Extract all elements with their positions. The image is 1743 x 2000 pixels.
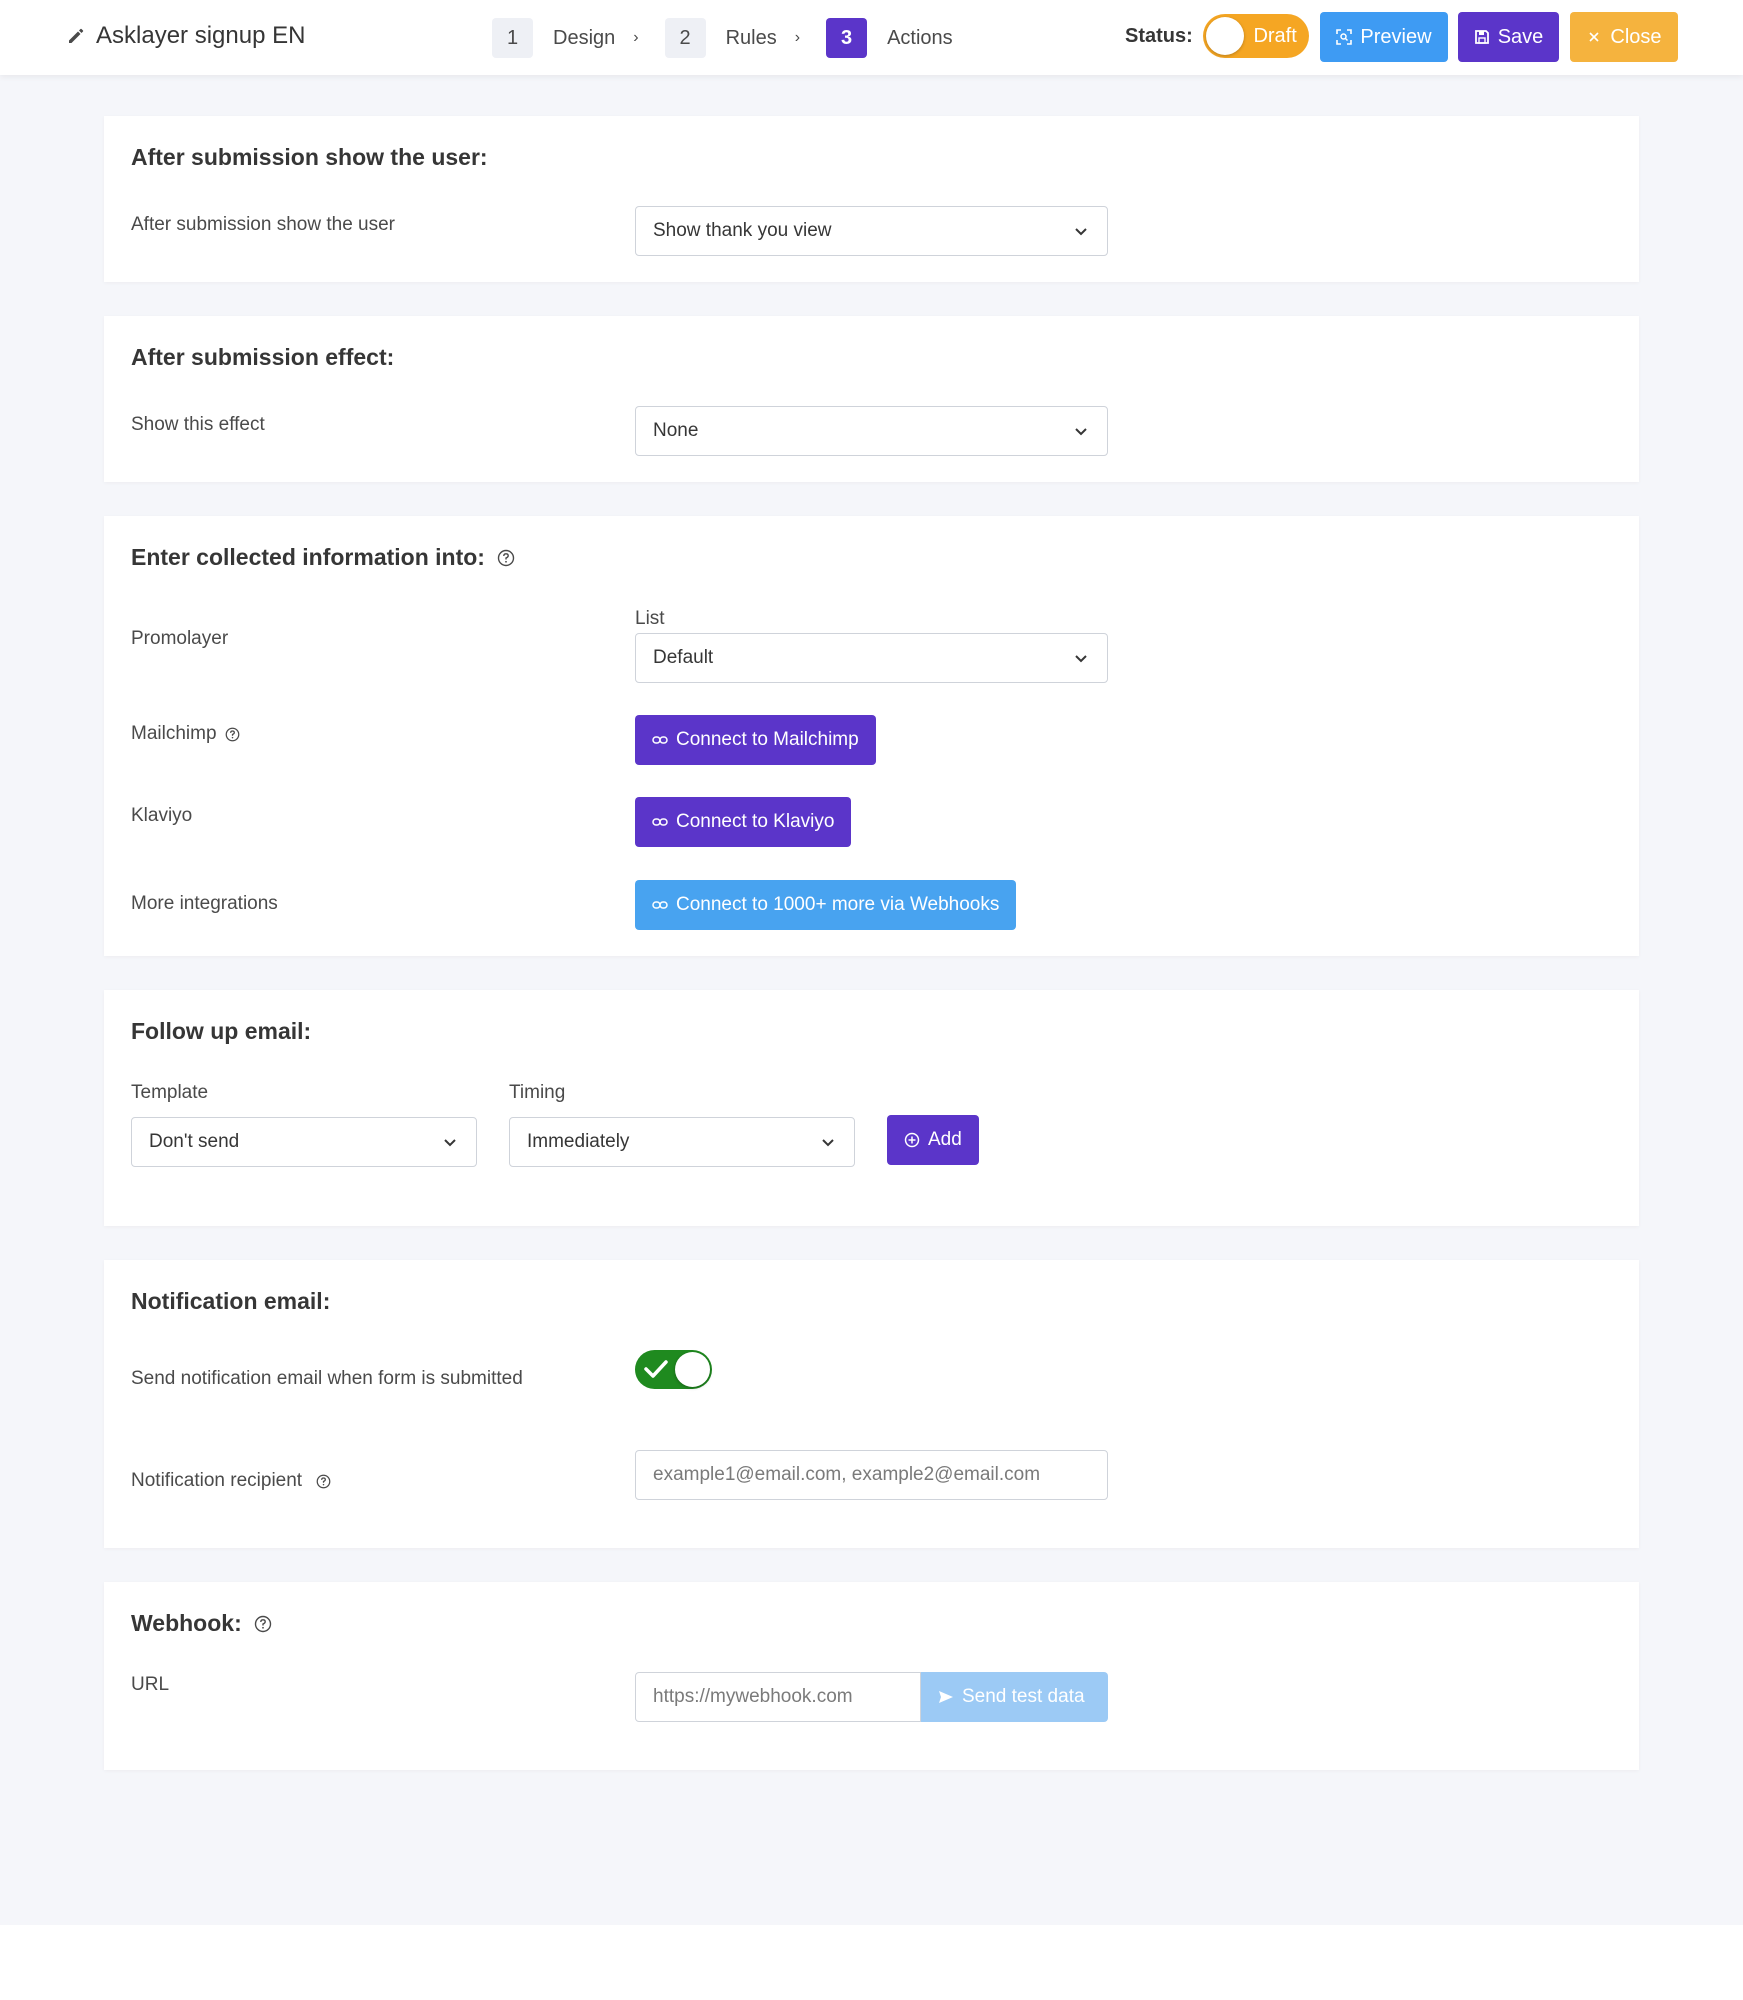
plus-circle-icon (904, 1132, 920, 1148)
recipient-input[interactable]: example1@email.com, example2@email.com (635, 1450, 1108, 1500)
effect-card: After submission effect: Show this effec… (104, 316, 1639, 482)
title-area[interactable]: Asklayer signup EN (66, 22, 305, 50)
checkmark-icon (644, 1360, 668, 1378)
after-submission-select[interactable]: Show thank you view (635, 206, 1108, 256)
preview-icon (1336, 29, 1353, 45)
pencil-icon (69, 28, 84, 43)
toggle-knob (1205, 17, 1244, 55)
list-label: List (635, 608, 665, 629)
link-icon (652, 736, 668, 744)
after-submission-title: After submission show the user: (131, 144, 488, 170)
effect-label: Show this effect (131, 414, 265, 435)
help-icon[interactable] (316, 1474, 331, 1489)
webhook-url-input[interactable]: https://mywebhook.com (635, 1672, 921, 1722)
followup-title: Follow up email: (131, 1018, 312, 1044)
timing-selected: Immediately (527, 1131, 630, 1152)
after-submission-selected: Show thank you view (653, 220, 832, 241)
send-icon (939, 1691, 953, 1703)
chevron-right-icon: › (633, 29, 639, 46)
send-notification-label: Send notification email when form is sub… (131, 1368, 523, 1389)
template-label: Template (131, 1082, 209, 1103)
step-2-label[interactable]: Rules (726, 27, 777, 50)
followup-email-card: Follow up email: Template Don't send Tim… (104, 990, 1639, 1226)
toggle-knob (675, 1352, 710, 1387)
status-toggle[interactable]: Draft (1202, 14, 1309, 58)
send-test-data-button[interactable]: Send test data (921, 1672, 1108, 1722)
connect-klaviyo-button[interactable]: Connect to Klaviyo (635, 797, 852, 847)
klaviyo-label: Klaviyo (131, 805, 193, 826)
mailchimp-label: Mailchimp (131, 723, 217, 744)
recipient-label-row: Notification recipient (131, 1470, 331, 1492)
preview-label: Preview (1360, 25, 1432, 48)
connect-klaviyo-label: Connect to Klaviyo (676, 811, 835, 832)
preview-button[interactable]: Preview (1320, 12, 1448, 62)
chevron-down-icon (1075, 428, 1087, 436)
step-2-number[interactable]: 2 (664, 18, 706, 58)
collected-info-card: Enter collected information into: Promol… (104, 516, 1639, 956)
effect-selected: None (653, 420, 699, 441)
link-icon (652, 901, 668, 909)
collected-title: Enter collected information into: (131, 544, 485, 570)
chevron-down-icon (1075, 655, 1087, 663)
timing-label: Timing (509, 1082, 566, 1103)
send-notification-toggle[interactable] (635, 1350, 712, 1389)
step-1-number[interactable]: 1 (492, 18, 533, 58)
close-button[interactable]: Close (1570, 12, 1678, 62)
recipient-label: Notification recipient (131, 1470, 303, 1491)
chevron-down-icon (1075, 228, 1087, 236)
step-1-label[interactable]: Design (553, 27, 615, 50)
page-title: Asklayer signup EN (96, 22, 306, 49)
floppy-disk-icon (1474, 30, 1489, 44)
status-area: Status: Draft (1125, 14, 1309, 58)
top-bar: Asklayer signup EN 1 Design › 2 Rules › … (0, 0, 1743, 75)
list-selected: Default (653, 647, 714, 668)
template-selected: Don't send (149, 1131, 240, 1152)
help-icon[interactable] (497, 549, 515, 567)
webhook-title: Webhook: (131, 1610, 242, 1636)
chevron-right-icon: › (794, 29, 801, 46)
add-followup-label: Add (928, 1129, 962, 1150)
webhook-title-row: Webhook: (131, 1610, 272, 1637)
template-select[interactable]: Don't send (131, 1117, 477, 1167)
link-icon (652, 818, 668, 826)
after-submission-label: After submission show the user (131, 214, 396, 235)
connect-webhooks-label: Connect to 1000+ more via Webhooks (676, 894, 1000, 915)
more-integrations-label: More integrations (131, 893, 278, 914)
status-value: Draft (1253, 24, 1297, 47)
step-navigation: 1 Design › 2 Rules › 3 Actions (492, 18, 953, 58)
close-label: Close (1610, 25, 1662, 48)
add-followup-button[interactable]: Add (887, 1115, 979, 1165)
chevron-down-icon (444, 1139, 456, 1147)
save-button[interactable]: Save (1458, 12, 1559, 62)
send-test-data-label: Send test data (962, 1686, 1085, 1707)
step-3-number[interactable]: 3 (826, 18, 868, 58)
timing-select[interactable]: Immediately (509, 1117, 855, 1167)
promolayer-label: Promolayer (131, 628, 229, 649)
connect-mailchimp-label: Connect to Mailchimp (676, 729, 859, 750)
effect-select[interactable]: None (635, 406, 1108, 456)
effect-title: After submission effect: (131, 344, 395, 370)
status-label: Status: (1125, 24, 1193, 47)
webhook-card: Webhook: URL https://mywebhook.com Send … (104, 1582, 1639, 1770)
connect-mailchimp-button[interactable]: Connect to Mailchimp (635, 715, 876, 765)
save-label: Save (1497, 25, 1544, 48)
mailchimp-label-row: Mailchimp (131, 723, 240, 745)
chevron-down-icon (822, 1139, 834, 1147)
connect-webhooks-button[interactable]: Connect to 1000+ more via Webhooks (635, 880, 1017, 930)
after-submission-card: After submission show the user: After su… (104, 116, 1639, 282)
help-icon[interactable] (225, 727, 240, 742)
help-icon[interactable] (254, 1615, 272, 1633)
collected-title-row: Enter collected information into: (131, 544, 515, 571)
notification-title: Notification email: (131, 1288, 331, 1314)
notification-email-card: Notification email: Send notification em… (104, 1260, 1639, 1548)
close-icon (1589, 32, 1599, 42)
list-select[interactable]: Default (635, 633, 1108, 683)
url-label: URL (131, 1674, 170, 1695)
step-3-label[interactable]: Actions (887, 27, 953, 50)
